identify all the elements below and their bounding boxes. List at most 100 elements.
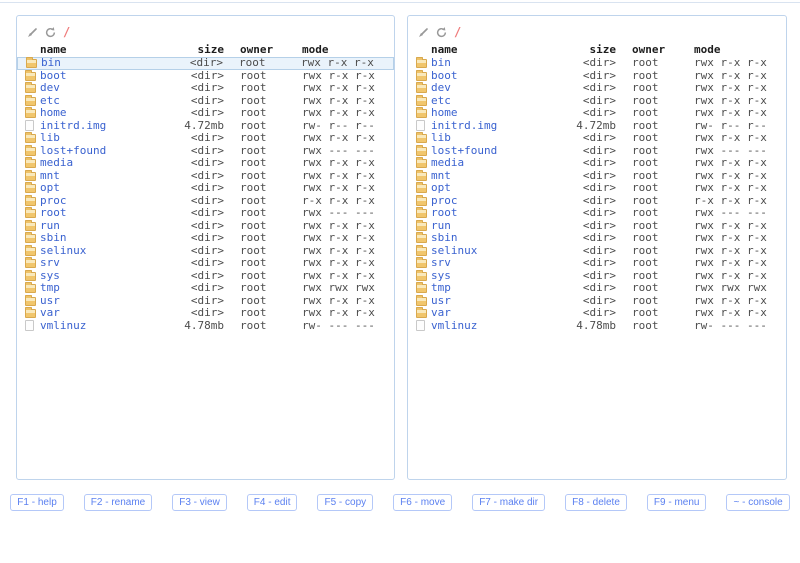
file-row-sbin[interactable]: sbin<dir>rootrwx r-x r-x	[17, 232, 394, 245]
file-row-initrd.img[interactable]: initrd.img4.72mbrootrw- r-- r--	[17, 120, 394, 133]
file-name-link[interactable]: proc	[40, 195, 67, 207]
file-name-link[interactable]: opt	[40, 182, 60, 194]
f9-menu-button[interactable]: F9 - menu	[647, 494, 707, 511]
file-row-etc[interactable]: etc<dir>rootrwx r-x r-x	[408, 95, 786, 108]
file-name-link[interactable]: usr	[431, 295, 451, 307]
file-row-vmlinuz[interactable]: vmlinuz4.78mbrootrw- --- ---	[408, 320, 786, 333]
file-row-vmlinuz[interactable]: vmlinuz4.78mbrootrw- --- ---	[17, 320, 394, 333]
file-row-selinux[interactable]: selinux<dir>rootrwx r-x r-x	[408, 245, 786, 258]
file-name-link[interactable]: sbin	[40, 232, 67, 244]
file-name-link[interactable]: opt	[431, 182, 451, 194]
file-row-srv[interactable]: srv<dir>rootrwx r-x r-x	[408, 257, 786, 270]
file-name-link[interactable]: media	[40, 157, 73, 169]
f7-make-dir-button[interactable]: F7 - make dir	[472, 494, 545, 511]
file-name-link[interactable]: dev	[431, 82, 451, 94]
f3-view-button[interactable]: F3 - view	[172, 494, 227, 511]
f2-rename-button[interactable]: F2 - rename	[84, 494, 152, 511]
f4-edit-button[interactable]: F4 - edit	[247, 494, 298, 511]
file-name-link[interactable]: mnt	[431, 170, 451, 182]
file-name-link[interactable]: vmlinuz	[431, 320, 477, 332]
file-row-media[interactable]: media<dir>rootrwx r-x r-x	[17, 157, 394, 170]
file-name-link[interactable]: etc	[40, 95, 60, 107]
file-row-lib[interactable]: lib<dir>rootrwx r-x r-x	[17, 132, 394, 145]
file-name-link[interactable]: sys	[40, 270, 60, 282]
file-name-link[interactable]: initrd.img	[431, 120, 497, 132]
f1-help-button[interactable]: F1 - help	[10, 494, 63, 511]
f6-move-button[interactable]: F6 - move	[393, 494, 452, 511]
file-name-link[interactable]: lost+found	[431, 145, 497, 157]
file-name-link[interactable]: home	[431, 107, 458, 119]
file-row-var[interactable]: var<dir>rootrwx r-x r-x	[408, 307, 786, 320]
file-row-boot[interactable]: boot<dir>rootrwx r-x r-x	[17, 70, 394, 83]
file-row-proc[interactable]: proc<dir>rootr-x r-x r-x	[17, 195, 394, 208]
refresh-icon[interactable]	[45, 27, 56, 38]
file-row-dev[interactable]: dev<dir>rootrwx r-x r-x	[408, 82, 786, 95]
file-row-initrd.img[interactable]: initrd.img4.72mbrootrw- r-- r--	[408, 120, 786, 133]
file-name-link[interactable]: root	[40, 207, 67, 219]
file-row-dev[interactable]: dev<dir>rootrwx r-x r-x	[17, 82, 394, 95]
file-name-link[interactable]: vmlinuz	[40, 320, 86, 332]
file-name-link[interactable]: boot	[40, 70, 67, 82]
file-row-run[interactable]: run<dir>rootrwx r-x r-x	[17, 220, 394, 233]
file-row-usr[interactable]: usr<dir>rootrwx r-x r-x	[17, 295, 394, 308]
file-name-link[interactable]: run	[431, 220, 451, 232]
file-row-sbin[interactable]: sbin<dir>rootrwx r-x r-x	[408, 232, 786, 245]
file-name-link[interactable]: bin	[431, 57, 451, 69]
brush-icon[interactable]	[418, 27, 429, 38]
file-name-link[interactable]: media	[431, 157, 464, 169]
file-row-proc[interactable]: proc<dir>rootr-x r-x r-x	[408, 195, 786, 208]
file-row-root[interactable]: root<dir>rootrwx --- ---	[17, 207, 394, 220]
f8-delete-button[interactable]: F8 - delete	[565, 494, 627, 511]
file-row-lib[interactable]: lib<dir>rootrwx r-x r-x	[408, 132, 786, 145]
file-name-link[interactable]: selinux	[40, 245, 86, 257]
file-row-run[interactable]: run<dir>rootrwx r-x r-x	[408, 220, 786, 233]
file-name-link[interactable]: srv	[431, 257, 451, 269]
file-row-bin[interactable]: bin<dir>rootrwx r-x r-x	[408, 57, 786, 70]
file-row-media[interactable]: media<dir>rootrwx r-x r-x	[408, 157, 786, 170]
file-name-link[interactable]: boot	[431, 70, 458, 82]
current-path-link[interactable]: /	[63, 25, 70, 39]
file-row-lost+found[interactable]: lost+found<dir>rootrwx --- ---	[17, 145, 394, 158]
file-row-mnt[interactable]: mnt<dir>rootrwx r-x r-x	[408, 170, 786, 183]
current-path-link[interactable]: /	[454, 25, 461, 39]
console-button[interactable]: ~ - console	[726, 494, 789, 511]
file-name-link[interactable]: var	[40, 307, 60, 319]
f5-copy-button[interactable]: F5 - copy	[317, 494, 373, 511]
file-name-link[interactable]: run	[40, 220, 60, 232]
file-name-link[interactable]: usr	[40, 295, 60, 307]
refresh-icon[interactable]	[436, 27, 447, 38]
file-row-sys[interactable]: sys<dir>rootrwx r-x r-x	[17, 270, 394, 283]
file-name-link[interactable]: mnt	[40, 170, 60, 182]
file-row-home[interactable]: home<dir>rootrwx r-x r-x	[408, 107, 786, 120]
file-row-var[interactable]: var<dir>rootrwx r-x r-x	[17, 307, 394, 320]
file-row-home[interactable]: home<dir>rootrwx r-x r-x	[17, 107, 394, 120]
file-row-tmp[interactable]: tmp<dir>rootrwx rwx rwx	[17, 282, 394, 295]
file-name-link[interactable]: proc	[431, 195, 458, 207]
brush-icon[interactable]	[27, 27, 38, 38]
file-row-tmp[interactable]: tmp<dir>rootrwx rwx rwx	[408, 282, 786, 295]
file-name-link[interactable]: initrd.img	[40, 120, 106, 132]
file-row-sys[interactable]: sys<dir>rootrwx r-x r-x	[408, 270, 786, 283]
file-name-link[interactable]: tmp	[431, 282, 451, 294]
file-name-link[interactable]: tmp	[40, 282, 60, 294]
file-name-link[interactable]: dev	[40, 82, 60, 94]
file-row-mnt[interactable]: mnt<dir>rootrwx r-x r-x	[17, 170, 394, 183]
file-name-link[interactable]: etc	[431, 95, 451, 107]
file-name-link[interactable]: home	[40, 107, 67, 119]
file-row-etc[interactable]: etc<dir>rootrwx r-x r-x	[17, 95, 394, 108]
file-name-link[interactable]: bin	[41, 57, 61, 69]
file-name-link[interactable]: srv	[40, 257, 60, 269]
file-row-boot[interactable]: boot<dir>rootrwx r-x r-x	[408, 70, 786, 83]
file-row-selinux[interactable]: selinux<dir>rootrwx r-x r-x	[17, 245, 394, 258]
file-name-link[interactable]: sys	[431, 270, 451, 282]
file-row-lost+found[interactable]: lost+found<dir>rootrwx --- ---	[408, 145, 786, 158]
file-row-opt[interactable]: opt<dir>rootrwx r-x r-x	[17, 182, 394, 195]
file-name-link[interactable]: selinux	[431, 245, 477, 257]
file-row-opt[interactable]: opt<dir>rootrwx r-x r-x	[408, 182, 786, 195]
file-name-link[interactable]: root	[431, 207, 458, 219]
file-name-link[interactable]: lib	[431, 132, 451, 144]
file-name-link[interactable]: lost+found	[40, 145, 106, 157]
file-name-link[interactable]: lib	[40, 132, 60, 144]
file-row-bin[interactable]: bin<dir>rootrwx r-x r-x	[17, 57, 394, 70]
file-row-usr[interactable]: usr<dir>rootrwx r-x r-x	[408, 295, 786, 308]
